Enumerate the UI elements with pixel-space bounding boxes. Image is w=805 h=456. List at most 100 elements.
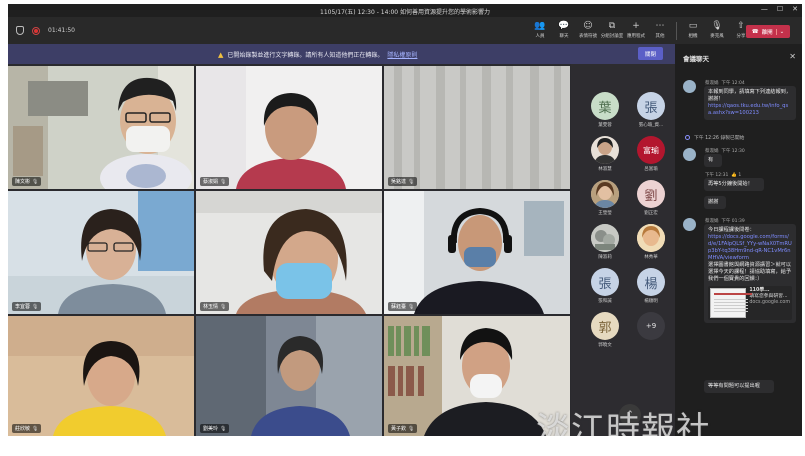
roster-participant[interactable]: 林淑慧: [585, 136, 625, 172]
video-tile[interactable]: 蘇鈺臺 🎙: [384, 191, 570, 314]
banner-text: 已開始錄製並進行文字轉錄。請所有人知道他們正在轉錄。: [227, 52, 384, 59]
chevron-down-icon[interactable]: ⌄: [775, 28, 784, 35]
maximize-icon[interactable]: ☐: [777, 5, 783, 13]
participant-name-tag: 蔡淑娟 🎙: [200, 177, 230, 186]
participant-video: [196, 191, 382, 314]
avatar: [591, 136, 619, 164]
close-window-icon[interactable]: ✕: [792, 5, 798, 13]
window-title: 1105/17(五) 12:30 - 14:00 如何善用資源提升您的學術影響力: [320, 9, 490, 16]
apps-button[interactable]: + 應用程式: [624, 21, 648, 40]
avatar: [683, 218, 696, 231]
more-button[interactable]: ⋯ 其他: [648, 21, 672, 40]
survey-link[interactable]: https://docs.google.com/forms/d/e/1FAIpQ…: [708, 234, 792, 261]
avatar: [683, 148, 696, 161]
record-icon: [685, 135, 690, 140]
recording-banner: ▲ 已開始錄製並進行文字轉錄。請所有人知道他們正在轉錄。 隱私權原則 關閉: [8, 44, 675, 64]
dismiss-button[interactable]: 關閉: [638, 47, 663, 60]
video-tile[interactable]: 吳銘達 🎙: [384, 66, 570, 189]
video-tile[interactable]: 蔡淑娟 🎙: [196, 66, 382, 189]
recording-started-notice: 下午 12:26 錄製已開始: [685, 134, 744, 141]
video-tile[interactable]: 陳文彬 🎙: [8, 66, 194, 189]
roster-participant[interactable]: 張 張心瑜_資...: [631, 92, 671, 128]
recording-icon: [32, 26, 40, 35]
avatar: [591, 180, 619, 208]
participant-name-tag: 陳文彬 🎙: [12, 177, 42, 186]
avatar: 張: [591, 268, 619, 296]
participant-name-tag: 李宜蓉 🎙: [12, 302, 42, 311]
preview-thumbnail: [710, 288, 753, 318]
participant-video: [8, 191, 194, 314]
mic-icon: 🎙: [220, 425, 227, 432]
people-button[interactable]: 👥 人員: [528, 21, 552, 40]
roster-participant[interactable]: 富瑜 呂富瑜: [631, 136, 671, 172]
toolbar-divider: [676, 22, 677, 40]
phone-icon: ☎: [751, 28, 759, 35]
avatar: [591, 224, 619, 252]
participant-video: [8, 66, 194, 189]
roster-participant[interactable]: 張 張和誠: [585, 268, 625, 304]
avatar: 富瑜: [637, 136, 665, 164]
roster-participant[interactable]: 葉 葉雯蓉: [585, 92, 625, 128]
reactions-icon: ☺: [583, 21, 593, 31]
video-tile[interactable]: 莊欣敏 🎙: [8, 316, 194, 436]
chat-message: 下午 12:31 👍 1 再等5分鐘後開始！: [683, 172, 796, 191]
breakout-rooms-button[interactable]: ⧉ 分組討論室: [600, 21, 624, 40]
reaction-badge[interactable]: 👍 1: [731, 173, 741, 178]
participant-name-tag: 林玉情 🎙: [200, 302, 230, 311]
avatar: 郭: [591, 312, 619, 340]
mic-icon: 🎙: [711, 21, 723, 31]
title-bar: 1105/17(五) 12:30 - 14:00 如何善用資源提升您的學術影響力…: [8, 4, 802, 17]
participant-name-tag: 劉美玲 🎙: [200, 424, 230, 433]
roster-participant[interactable]: 林秀華: [631, 224, 671, 260]
camera-button[interactable]: ▭ 相機: [681, 21, 705, 40]
people-icon: 👥: [534, 21, 546, 31]
watermark: 淡江時報社: [536, 410, 711, 436]
chat-link[interactable]: https://qaos.tku.edu.tw/info_qsa.ashx?sw…: [708, 103, 788, 116]
shield-icon: [16, 26, 24, 35]
chat-message: 蔡淑娟 下午 01:39 今日課程課後問卷： https://docs.goog…: [683, 218, 796, 323]
roster-participant[interactable]: 陳淑莉: [585, 224, 625, 260]
avatar: [683, 80, 696, 93]
reactions-button[interactable]: ☺ 表情符號: [576, 21, 600, 40]
privacy-link[interactable]: 隱私權原則: [387, 50, 417, 59]
participant-name-tag: 蘇鈺臺 🎙: [388, 302, 418, 311]
close-icon[interactable]: ✕: [789, 52, 796, 61]
mic-icon: 🎙: [32, 303, 39, 310]
chat-message: 等等有問題可以提出喔: [683, 380, 796, 393]
leave-button[interactable]: ☎ 離開 ⌄: [746, 25, 790, 38]
minimize-icon[interactable]: —: [761, 5, 768, 13]
video-tile[interactable]: 林玉情 🎙: [196, 191, 382, 314]
participant-name-tag: 莊欣敏 🎙: [12, 424, 42, 433]
meeting-toolbar: 01:41:50 👥 人員 💬 聊天 ☺ 表情符號 ⧉ 分組討論室 + 應用程式: [8, 17, 802, 44]
apps-icon: +: [632, 21, 640, 31]
roster-participant[interactable]: 楊 楊順明: [631, 268, 671, 304]
more-participants-count: +9: [637, 312, 665, 340]
mic-icon: 🎙: [220, 178, 227, 185]
link-preview-card[interactable]: 110學... 填寫您參與研習... docs.google.com: [708, 286, 792, 320]
participant-name-tag: 吳銘達 🎙: [388, 177, 418, 186]
mic-icon: 🎙: [32, 425, 39, 432]
avatar: 葉: [591, 92, 619, 120]
video-grid: 陳文彬 🎙 蔡淑娟 🎙 吳銘達 🎙 李宜蓉 🎙 林玉情 🎙 蘇鈺臺 🎙 莊欣敏 …: [8, 66, 570, 436]
roster-participant[interactable]: 劉 劉正宏: [631, 180, 671, 216]
participant-video: [196, 316, 382, 436]
participant-video: [8, 316, 194, 436]
avatar: 張: [637, 92, 665, 120]
roster-participant[interactable]: 郭 郭曉文: [585, 312, 625, 348]
chat-title: 會議聊天: [683, 55, 709, 63]
chat-button[interactable]: 💬 聊天: [552, 21, 576, 40]
chat-panel: 會議聊天 ✕ 蔡淑娟 下午 12:04 本報到同學，請填寫下列連結報到，謝謝！ h…: [675, 44, 802, 436]
roster-participant[interactable]: 王瑩瑩: [585, 180, 625, 216]
participant-video: [384, 66, 570, 189]
warning-icon: ▲: [218, 50, 224, 59]
mic-button[interactable]: 🎙 麥克風: [705, 21, 729, 40]
video-tile[interactable]: 李宜蓉 🎙: [8, 191, 194, 314]
chat-icon: 💬: [558, 21, 570, 31]
teams-meeting-window: 1105/17(五) 12:30 - 14:00 如何善用資源提升您的學術影響力…: [8, 4, 802, 436]
video-tile[interactable]: 劉美玲 🎙: [196, 316, 382, 436]
participant-video: [196, 66, 382, 189]
chat-message: 謝謝: [683, 196, 796, 209]
participant-roster: 葉 葉雯蓉 張 張心瑜_資... 林淑慧 富瑜 呂富瑜 王瑩瑩 劉 劉正宏 陳淑…: [571, 64, 675, 436]
more-participants-button[interactable]: +9: [631, 312, 671, 340]
mic-icon: 🎙: [32, 178, 39, 185]
